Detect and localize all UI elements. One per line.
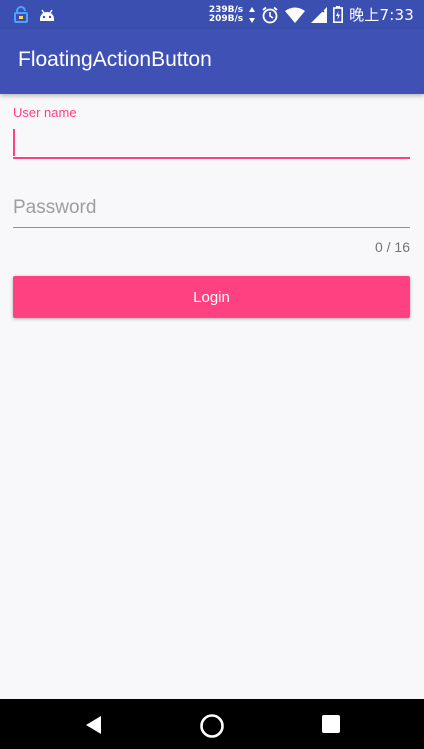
status-right-icons: 239B/s 209B/s 晚上7:33 — [209, 4, 424, 25]
login-button[interactable]: Login — [13, 276, 410, 318]
status-left-icons — [0, 5, 56, 24]
clock-time: 晚上7:33 — [349, 6, 414, 24]
lock-app-icon — [12, 5, 30, 24]
app-title: FloatingActionButton — [18, 48, 212, 71]
transfer-arrows-icon — [249, 6, 256, 23]
text-cursor — [13, 129, 15, 156]
password-input[interactable] — [13, 195, 410, 228]
battery-icon — [333, 6, 344, 23]
alarm-icon — [261, 6, 279, 24]
recents-icon[interactable] — [320, 713, 344, 737]
username-label: User name — [13, 105, 77, 120]
home-icon[interactable] — [199, 713, 224, 738]
status-bar: 239B/s 209B/s 晚上7:33 — [0, 0, 424, 29]
signal-off-icon — [311, 6, 328, 23]
network-speed: 239B/s 209B/s — [208, 5, 244, 24]
app-bar: FloatingActionButton — [0, 29, 424, 94]
back-icon[interactable] — [82, 713, 106, 737]
network-speed-down: 209B/s — [208, 13, 244, 24]
password-char-counter: 0 / 16 — [374, 239, 410, 255]
android-icon — [38, 7, 56, 23]
username-input[interactable] — [13, 125, 410, 159]
navigation-bar — [0, 699, 424, 749]
wifi-icon — [285, 7, 306, 23]
